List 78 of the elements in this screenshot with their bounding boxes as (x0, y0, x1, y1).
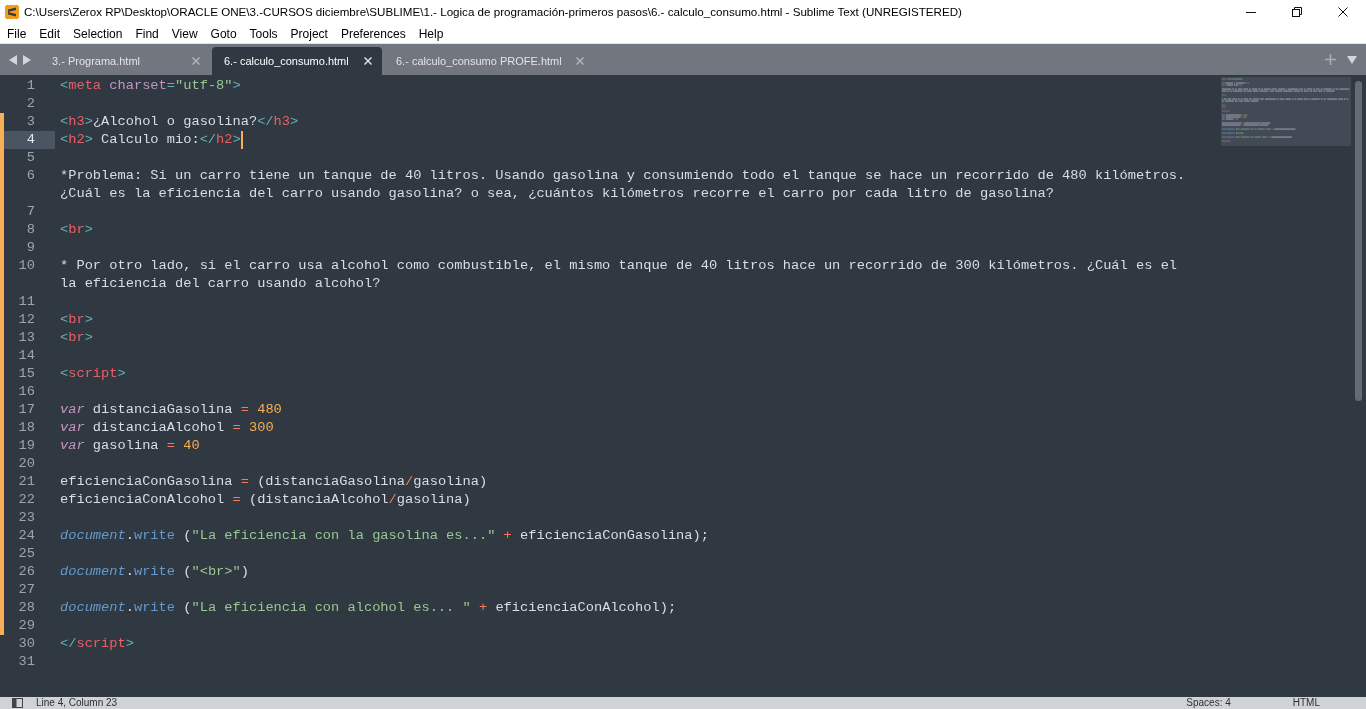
panel-icon[interactable] (12, 698, 23, 708)
app-icon (5, 5, 19, 19)
code-line: <br> (60, 312, 93, 327)
code-line: <br> (60, 222, 93, 237)
menu-item[interactable]: Project (290, 26, 328, 41)
menu-item[interactable]: Tools (249, 26, 278, 41)
tab[interactable]: 6.- calculo_consumo.html (212, 47, 382, 75)
menu-item[interactable]: Help (418, 26, 444, 41)
code-line: document.write ("La eficiencia con la gasolina es..." + eficienciaConGasolina); (60, 528, 709, 543)
line-number: 28 (18, 599, 35, 617)
code-line: eficienciaConAlcohol = (distanciaAlcohol/gasolina) (60, 492, 471, 507)
tab[interactable]: 3.- Programa.html (40, 47, 210, 75)
close-icon[interactable] (1338, 7, 1348, 17)
line-number: 13 (18, 329, 35, 347)
line-number: 16 (18, 383, 35, 401)
line-number: 12 (18, 311, 35, 329)
code-line: *Problema: Si un carro tiene un tanque de 40 litros. Usando gasolina y consumiendo todo el tanque se hace un recorrido de 480 kilómetros. ¿Cuál es la eficiencia del carro usando gasolina? o sea, ¿cuántos kilómetros recorre el carro por cada litro de gasolina? (60, 168, 1187, 201)
line-number: 8 (26, 221, 35, 239)
plus-icon[interactable] (1325, 54, 1336, 65)
code-line: <h2> Calculo mio:</h2> (60, 132, 241, 147)
line-number: 31 (18, 653, 35, 671)
line-number: 24 (18, 527, 35, 545)
line-number: 10 (18, 257, 35, 275)
minimap-drawing[interactable] (1221, 77, 1351, 146)
line-number: 6 (26, 167, 35, 185)
code-line: var distanciaAlcohol = 300 (60, 420, 274, 435)
restore-icon[interactable] (1292, 7, 1302, 17)
line-number: 30 (18, 635, 35, 653)
syntax-setting[interactable]: HTML (1292, 697, 1320, 709)
code-line: <script> (60, 366, 126, 381)
line-number: 22 (18, 491, 35, 509)
line-number: 14 (18, 347, 35, 365)
line-number: 25 (18, 545, 35, 563)
scrollbar-thumb[interactable] (1355, 81, 1362, 401)
line-number: 29 (18, 617, 35, 635)
code-line: var gasolina = 40 (60, 438, 200, 453)
window-title: C:\Users\Zerox RP\Desktop\ORACLE ONE\3.-CURSOS diciembre\SUBLIME\1.- Logica de programación-primeros pasos\6.- calculo_consumo.html - Sublime Text (UNREGISTERED) (24, 4, 962, 21)
line-number: 9 (26, 239, 35, 257)
line-number: 11 (18, 293, 35, 311)
menu-item[interactable]: Find (135, 26, 159, 41)
menu-item[interactable]: Preferences (340, 26, 406, 41)
menu-item[interactable]: Edit (39, 26, 61, 41)
line-number: 7 (26, 203, 35, 221)
line-number: 21 (18, 473, 35, 491)
line-number: 23 (18, 509, 35, 527)
code-line: document.write ("La eficiencia con alcohol es... " + eficienciaConAlcohol); (60, 600, 677, 615)
line-number: 3 (26, 113, 35, 131)
code-line: var distanciaGasolina = 480 (60, 402, 282, 417)
line-number: 1 (26, 77, 35, 95)
right-triangle-icon[interactable] (23, 54, 31, 65)
code-line: <br> (60, 330, 93, 345)
line-number: 18 (18, 419, 35, 437)
cursor-position[interactable]: Line 4, Column 23 (36, 697, 118, 709)
line-number: 5 (26, 149, 35, 167)
left-triangle-icon[interactable] (9, 54, 17, 65)
menu-item[interactable]: File (7, 26, 27, 41)
line-number: 4 (26, 131, 35, 149)
menu-item[interactable]: Goto (210, 26, 237, 41)
code-line: * Por otro lado, si el carro usa alcohol como combustible, el mismo tanque de 40 litros hace un recorrido de 300 kilómetros. ¿Cuál es el la eficiencia del carro usando alcohol? (60, 258, 1179, 291)
tab[interactable]: 6.- calculo_consumo PROFE.html (384, 47, 594, 75)
line-number: 20 (18, 455, 35, 473)
line-number: 26 (18, 563, 35, 581)
code-line: </script> (60, 636, 134, 651)
menu-item[interactable]: Selection (73, 26, 123, 41)
line-number: 2 (26, 95, 35, 113)
line-number: 17 (18, 401, 35, 419)
line-number: 15 (18, 365, 35, 383)
code-line: <meta charset="utf-8"> (60, 78, 241, 93)
menu-item[interactable]: View (171, 26, 198, 41)
down-triangle-icon[interactable] (1347, 55, 1357, 64)
code-line: <h3>¿Alcohol o gasolina?</h3> (60, 114, 299, 129)
indentation-setting[interactable]: Spaces: 4 (1186, 697, 1231, 709)
code-line: document.write ("<br>") (60, 564, 249, 579)
minimize-icon[interactable] (1246, 11, 1256, 13)
line-number: 19 (18, 437, 35, 455)
code-line: eficienciaConGasolina = (distanciaGasolina/gasolina) (60, 474, 488, 489)
line-number: 27 (18, 581, 35, 599)
text-cursor (240, 131, 243, 149)
